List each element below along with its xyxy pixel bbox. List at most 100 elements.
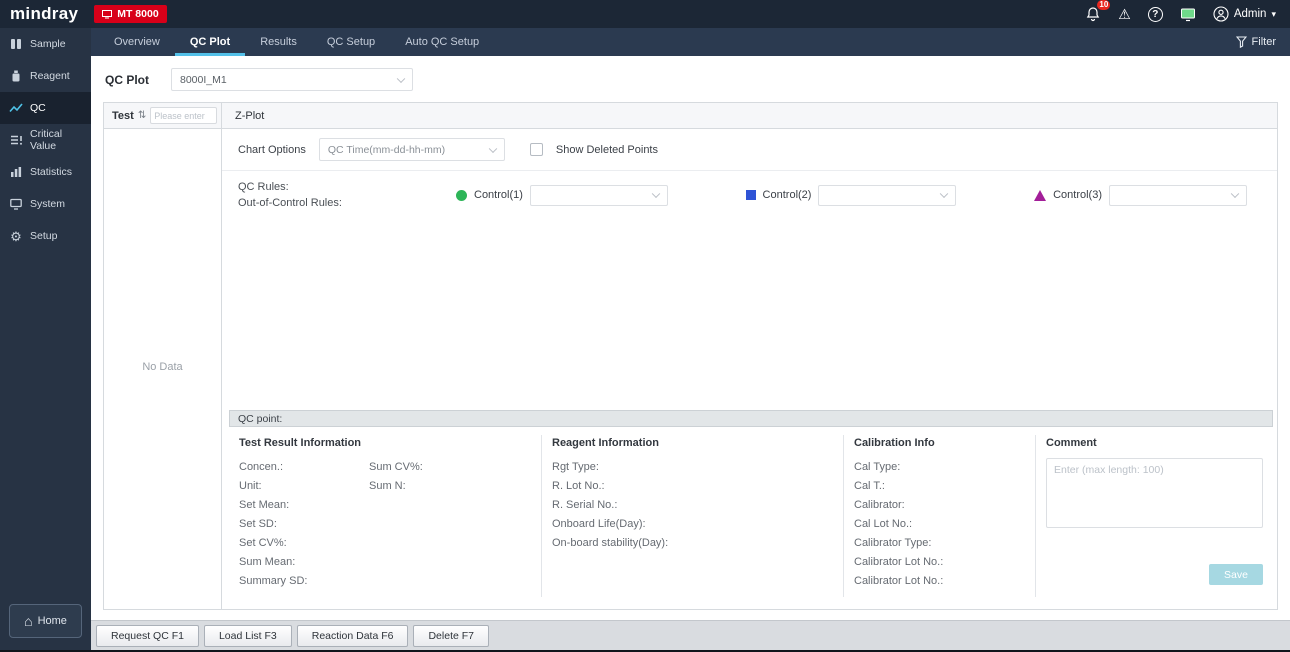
filter-funnel-icon	[1235, 36, 1247, 48]
field-label: Concen.:	[239, 461, 284, 473]
test-search-input[interactable]	[150, 107, 217, 124]
sort-icon[interactable]: ⇅	[138, 110, 146, 121]
test-result-info-title: Test Result Information	[239, 437, 362, 449]
page-title: QC Plot	[105, 72, 149, 87]
field-label: Calibrator Lot No.:	[854, 556, 944, 568]
field-label: On-board stability(Day):	[552, 537, 669, 549]
show-deleted-points-checkbox[interactable]	[529, 143, 543, 156]
field-label: R. Lot No.:	[552, 480, 605, 492]
empty-state-text: No Data	[142, 361, 183, 373]
sidebar-item-system[interactable]: System	[0, 188, 91, 220]
test-column-title: Test	[112, 109, 134, 122]
control-1-rule-select[interactable]	[529, 184, 668, 206]
topbar-actions: 10 ⚠ ? Admin ▾	[1085, 0, 1276, 22]
system-icon	[10, 198, 22, 210]
app-window: mindray MT 8000 10 ⚠ ? Admin ▾ Sample Re…	[0, 0, 1290, 652]
request-qc-button[interactable]: Request QC F1	[96, 624, 199, 647]
tab-auto-qc-setup[interactable]: Auto QC Setup	[390, 28, 494, 56]
field-label: Summary SD:	[239, 575, 308, 587]
sample-icon	[11, 39, 21, 49]
home-button[interactable]: ⌂ Home	[9, 604, 82, 638]
comment-column: Comment Save	[1035, 435, 1273, 597]
qc-point-header: QC point:	[229, 410, 1273, 427]
chevron-down-icon	[396, 74, 406, 83]
tab-qc-plot[interactable]: QC Plot	[175, 28, 245, 56]
delete-button[interactable]: Delete F7	[413, 624, 489, 647]
user-name: Admin	[1233, 8, 1267, 20]
sidebar-item-setup[interactable]: ⚙ Setup	[0, 220, 91, 252]
user-menu[interactable]: Admin ▾	[1213, 6, 1276, 22]
tabs-bar: Overview QC Plot Results QC Setup Auto Q…	[91, 28, 1290, 56]
test-list[interactable]: No Data	[104, 129, 222, 609]
control-3-legend: Control(3)	[1034, 184, 1247, 206]
filter-button[interactable]: Filter	[1235, 36, 1276, 48]
qc-plot-panel: Test ⇅ Z-Plot No Data Chart Options	[103, 102, 1278, 610]
user-avatar-icon	[1213, 6, 1229, 22]
chevron-down-icon	[940, 189, 949, 199]
qc-rules-label: QC Rules:	[238, 181, 289, 193]
tab-overview[interactable]: Overview	[99, 28, 175, 56]
user-menu-caret-icon: ▾	[1271, 8, 1276, 19]
chart-type-select[interactable]: QC Time(mm-dd-hh-mm)	[318, 138, 505, 161]
notifications-bell-icon[interactable]: 10	[1085, 0, 1111, 22]
tab-results[interactable]: Results	[245, 28, 312, 56]
sidebar: Sample Reagent QC Critical Value Statist…	[0, 28, 91, 650]
field-label: Sum Mean:	[239, 556, 296, 568]
control-3-rule-select[interactable]	[1109, 184, 1247, 206]
load-list-button[interactable]: Load List F3	[203, 624, 292, 647]
field-label: Rgt Type:	[552, 461, 599, 473]
calibration-info-title: Calibration Info	[854, 437, 935, 449]
statistics-icon	[11, 167, 22, 177]
qc-point-section: QC point: Test Result Information Concen…	[229, 410, 1273, 601]
field-label: Calibrator:	[854, 499, 905, 511]
sidebar-item-statistics[interactable]: Statistics	[0, 156, 91, 188]
out-of-control-rules-label: Out-of-Control Rules:	[238, 197, 342, 209]
zplot-area: Chart Options QC Time(mm-dd-hh-mm) Show …	[222, 129, 1277, 609]
field-label: Sum N:	[369, 480, 406, 492]
zplot-chart-canvas[interactable]	[222, 221, 1277, 410]
field-label: R. Serial No.:	[552, 499, 618, 511]
gear-icon: ⚙	[10, 228, 22, 244]
help-icon[interactable]: ?	[1147, 6, 1163, 22]
field-label: Cal Type:	[854, 461, 901, 473]
device-badge[interactable]: MT 8000	[94, 5, 167, 23]
reagent-icon	[12, 70, 20, 82]
field-label: Calibrator Lot No.:	[854, 575, 944, 587]
field-label: Set Mean:	[239, 499, 290, 511]
show-deleted-points-label: Show Deleted Points	[555, 143, 658, 156]
calibration-info-column: Calibration Info Cal Type: Cal T.: Calib…	[843, 435, 1035, 597]
qc-rules-labels: QC Rules: Out-of-Control Rules:	[238, 179, 456, 211]
control-1-legend: Control(1)	[456, 184, 668, 206]
tab-qc-setup[interactable]: QC Setup	[312, 28, 390, 56]
chevron-down-icon	[1230, 189, 1240, 199]
module-select[interactable]: 8000I_M1	[171, 68, 413, 91]
sidebar-item-reagent[interactable]: Reagent	[0, 60, 91, 92]
notification-count-badge: 10	[1097, 0, 1111, 10]
test-list-header: Test ⇅	[104, 103, 222, 128]
screen-monitor-icon[interactable]	[1180, 7, 1196, 22]
field-label: Onboard Life(Day):	[552, 518, 646, 530]
mindray-logo: mindray	[10, 4, 79, 23]
critical-value-icon	[11, 135, 22, 145]
sidebar-item-sample[interactable]: Sample	[0, 28, 91, 60]
control-2-marker-icon	[745, 190, 756, 200]
test-result-info-column: Test Result Information Concen.: Unit: S…	[229, 435, 541, 597]
field-label: Calibrator Type:	[854, 537, 932, 549]
save-button[interactable]: Save	[1209, 564, 1263, 585]
sidebar-item-qc[interactable]: QC	[0, 92, 91, 124]
analyzer-icon	[102, 10, 113, 19]
device-badge-label: MT 8000	[117, 8, 159, 20]
alarm-warning-icon[interactable]: ⚠	[1118, 7, 1131, 21]
chevron-down-icon	[651, 189, 661, 199]
comment-textarea[interactable]	[1046, 458, 1263, 528]
reaction-data-button[interactable]: Reaction Data F6	[296, 624, 409, 647]
field-label: Sum CV%:	[369, 461, 423, 473]
control-2-rule-select[interactable]	[818, 184, 957, 206]
chart-options-label: Chart Options	[238, 143, 306, 156]
qc-chart-icon	[9, 103, 23, 113]
sidebar-item-critical-value[interactable]: Critical Value	[0, 124, 91, 156]
qc-plot-page: QC Plot 8000I_M1 Test ⇅ Z-Plot	[91, 56, 1290, 650]
field-label: Set CV%:	[239, 537, 287, 549]
field-label: Unit:	[239, 480, 262, 492]
